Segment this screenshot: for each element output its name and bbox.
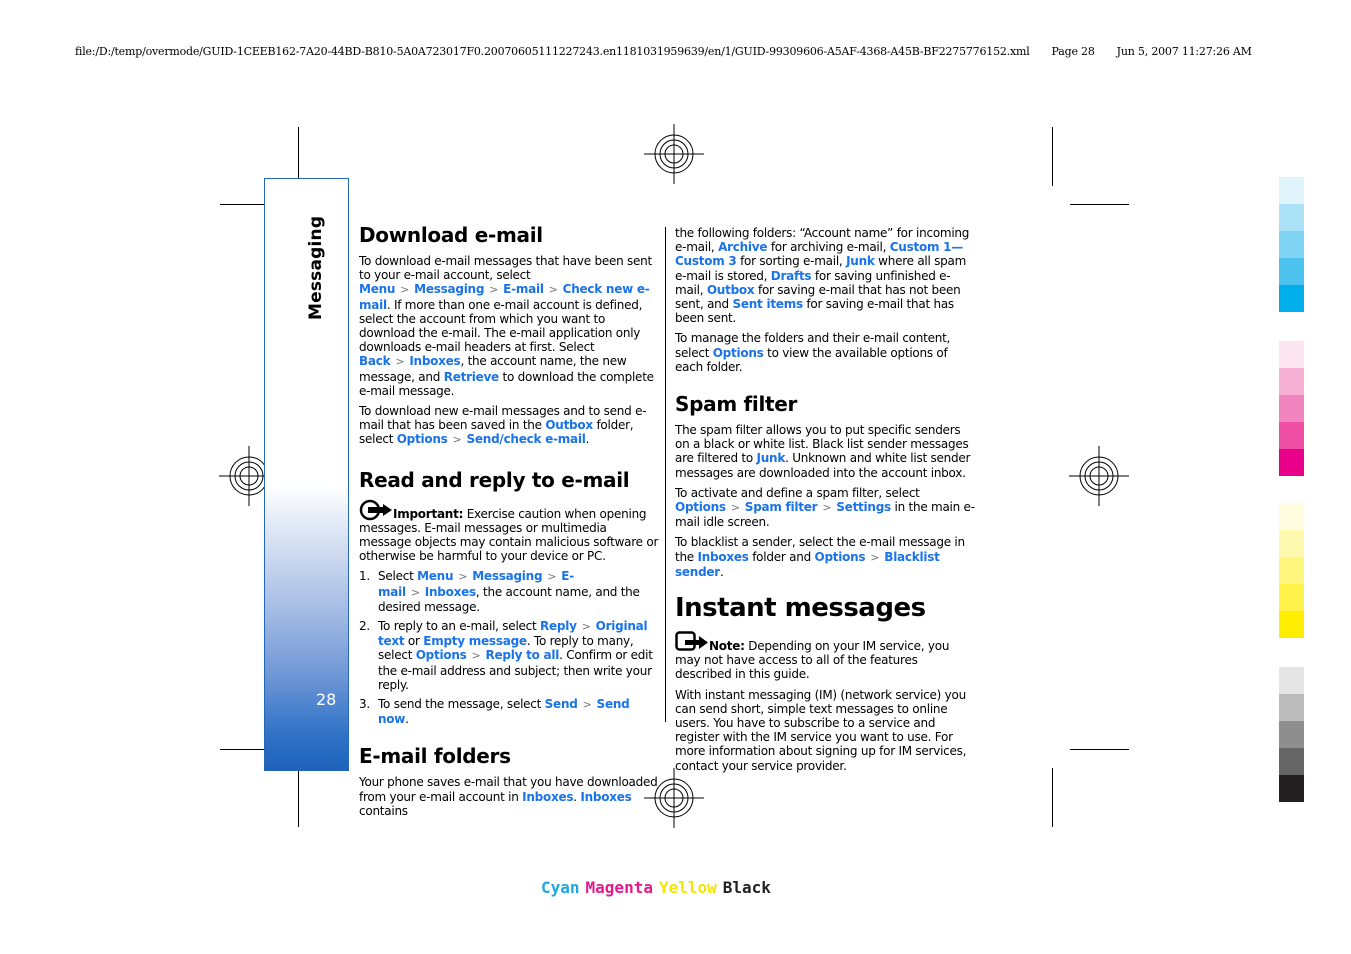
paragraph: To download new e-mail messages and to s… — [359, 404, 647, 447]
crop-mark — [1052, 768, 1053, 827]
paragraph: To manage the folders and their e-mail c… — [675, 331, 951, 374]
swatch — [1279, 503, 1304, 530]
swatch — [1279, 449, 1304, 476]
cmyk-magenta: Magenta — [585, 878, 653, 897]
section-title: Messaging — [306, 215, 326, 320]
link-send-check-email[interactable]: Send/check e-mail — [467, 432, 586, 446]
paragraph: The spam filter allows you to put specif… — [675, 423, 971, 480]
link-retrieve[interactable]: Retrieve — [444, 370, 500, 384]
link-outbox[interactable]: Outbox — [707, 283, 755, 297]
important-hand-icon — [359, 499, 392, 520]
heading-instant-messages: Instant messages — [675, 593, 926, 624]
page-number: 28 — [316, 690, 337, 709]
registration-mark-icon — [1069, 446, 1129, 506]
link-send[interactable]: Send — [545, 697, 578, 711]
paragraph: the following folders: “Account name” fo… — [675, 226, 970, 326]
important-notice: Important: Exercise caution when opening… — [359, 499, 659, 564]
swatch — [1279, 721, 1304, 748]
file-path: file:/D:/temp/overmode/GUID-1CEEB162-7A2… — [75, 45, 1030, 58]
swatch — [1279, 258, 1304, 285]
link-sent-items[interactable]: Sent items — [732, 297, 803, 311]
link-reply-to-all[interactable]: Reply to all — [486, 648, 560, 662]
link-inboxes[interactable]: Inboxes — [698, 550, 749, 564]
column-divider — [665, 227, 666, 722]
color-bar-yellow — [1279, 503, 1304, 638]
swatch — [1279, 775, 1304, 802]
swatch — [1279, 557, 1304, 584]
link-options[interactable]: Options — [815, 550, 866, 564]
link-messaging[interactable]: Messaging — [414, 282, 484, 296]
crop-mark — [1070, 204, 1129, 205]
column-right: the following folders: “Account name” fo… — [675, 226, 975, 779]
link-spam-filter[interactable]: Spam filter — [745, 500, 818, 514]
link-outbox[interactable]: Outbox — [545, 418, 593, 432]
swatch — [1279, 231, 1304, 258]
swatch — [1279, 694, 1304, 721]
link-inboxes[interactable]: Inboxes — [522, 790, 573, 804]
link-back[interactable]: Back — [359, 354, 391, 368]
link-reply[interactable]: Reply — [540, 619, 577, 633]
link-drafts[interactable]: Drafts — [771, 269, 812, 283]
page-label: Page 28 — [1051, 45, 1095, 58]
column-left: Download e-mail To download e-mail messa… — [359, 223, 659, 824]
link-inboxes[interactable]: Inboxes — [580, 790, 631, 804]
swatch — [1279, 395, 1304, 422]
heading-read-reply: Read and reply to e-mail — [359, 467, 630, 492]
steps-list: 1. Select Menu > Messaging > E-mail > Inboxes, … — [359, 569, 659, 726]
swatch — [1279, 177, 1304, 204]
note-notice: Note: Depending on your IM service, you … — [675, 631, 975, 682]
heading-spam-filter: Spam filter — [675, 392, 798, 417]
registration-mark-icon — [644, 124, 704, 184]
color-bar-black — [1279, 667, 1304, 802]
link-messaging[interactable]: Messaging — [472, 569, 542, 583]
print-header: file:/D:/temp/overmode/GUID-1CEEB162-7A2… — [75, 45, 1252, 58]
crop-mark — [298, 768, 299, 827]
list-item: 2. To reply to an e-mail, select Reply > Or… — [359, 619, 653, 692]
list-item: 1. Select Menu > Messaging > E-mail > Inboxes, … — [359, 569, 640, 614]
paragraph: To activate and define a spam filter, se… — [675, 485, 975, 530]
paragraph: Your phone saves e-mail that you have do… — [359, 775, 658, 818]
note-hand-icon — [675, 631, 708, 651]
link-archive[interactable]: Archive — [718, 240, 767, 254]
link-junk[interactable]: Junk — [757, 451, 786, 465]
link-options[interactable]: Options — [397, 432, 448, 446]
crop-mark — [1052, 127, 1053, 186]
heading-download-email: Download e-mail — [359, 223, 543, 247]
paragraph: To download e-mail messages that have be… — [359, 254, 654, 398]
swatch — [1279, 667, 1304, 694]
link-options[interactable]: Options — [713, 346, 764, 360]
swatch — [1279, 285, 1304, 312]
swatch — [1279, 204, 1304, 231]
crop-mark — [1070, 749, 1129, 750]
paragraph: To blacklist a sender, select the e-mail… — [675, 535, 965, 579]
swatch — [1279, 530, 1304, 557]
link-options[interactable]: Options — [675, 500, 726, 514]
link-inboxes[interactable]: Inboxes — [425, 585, 476, 599]
cmyk-black: Black — [722, 878, 771, 897]
color-bar-cyan — [1279, 177, 1304, 312]
swatch — [1279, 748, 1304, 775]
swatch — [1279, 422, 1304, 449]
cmyk-cyan: Cyan — [541, 878, 580, 897]
link-junk[interactable]: Junk — [846, 254, 875, 268]
link-inboxes[interactable]: Inboxes — [409, 354, 460, 368]
cmyk-yellow: Yellow — [658, 878, 717, 897]
swatch — [1279, 341, 1304, 368]
swatch — [1279, 584, 1304, 611]
link-empty-message[interactable]: Empty message — [423, 634, 527, 648]
color-bar-magenta — [1279, 341, 1304, 476]
link-options[interactable]: Options — [416, 648, 467, 662]
link-settings[interactable]: Settings — [836, 500, 891, 514]
swatch — [1279, 611, 1304, 638]
heading-email-folders: E-mail folders — [359, 744, 511, 769]
link-menu[interactable]: Menu — [417, 569, 453, 583]
list-item: 3. To send the message, select Send > Send … — [359, 697, 630, 727]
swatch — [1279, 368, 1304, 395]
link-email[interactable]: E-mail — [503, 282, 544, 296]
paragraph: With instant messaging (IM) (network ser… — [675, 687, 967, 773]
cmyk-label: Cyan Magenta Yellow Black — [541, 878, 777, 897]
print-timestamp: Jun 5, 2007 11:27:26 AM — [1116, 45, 1252, 58]
link-menu[interactable]: Menu — [359, 282, 395, 296]
